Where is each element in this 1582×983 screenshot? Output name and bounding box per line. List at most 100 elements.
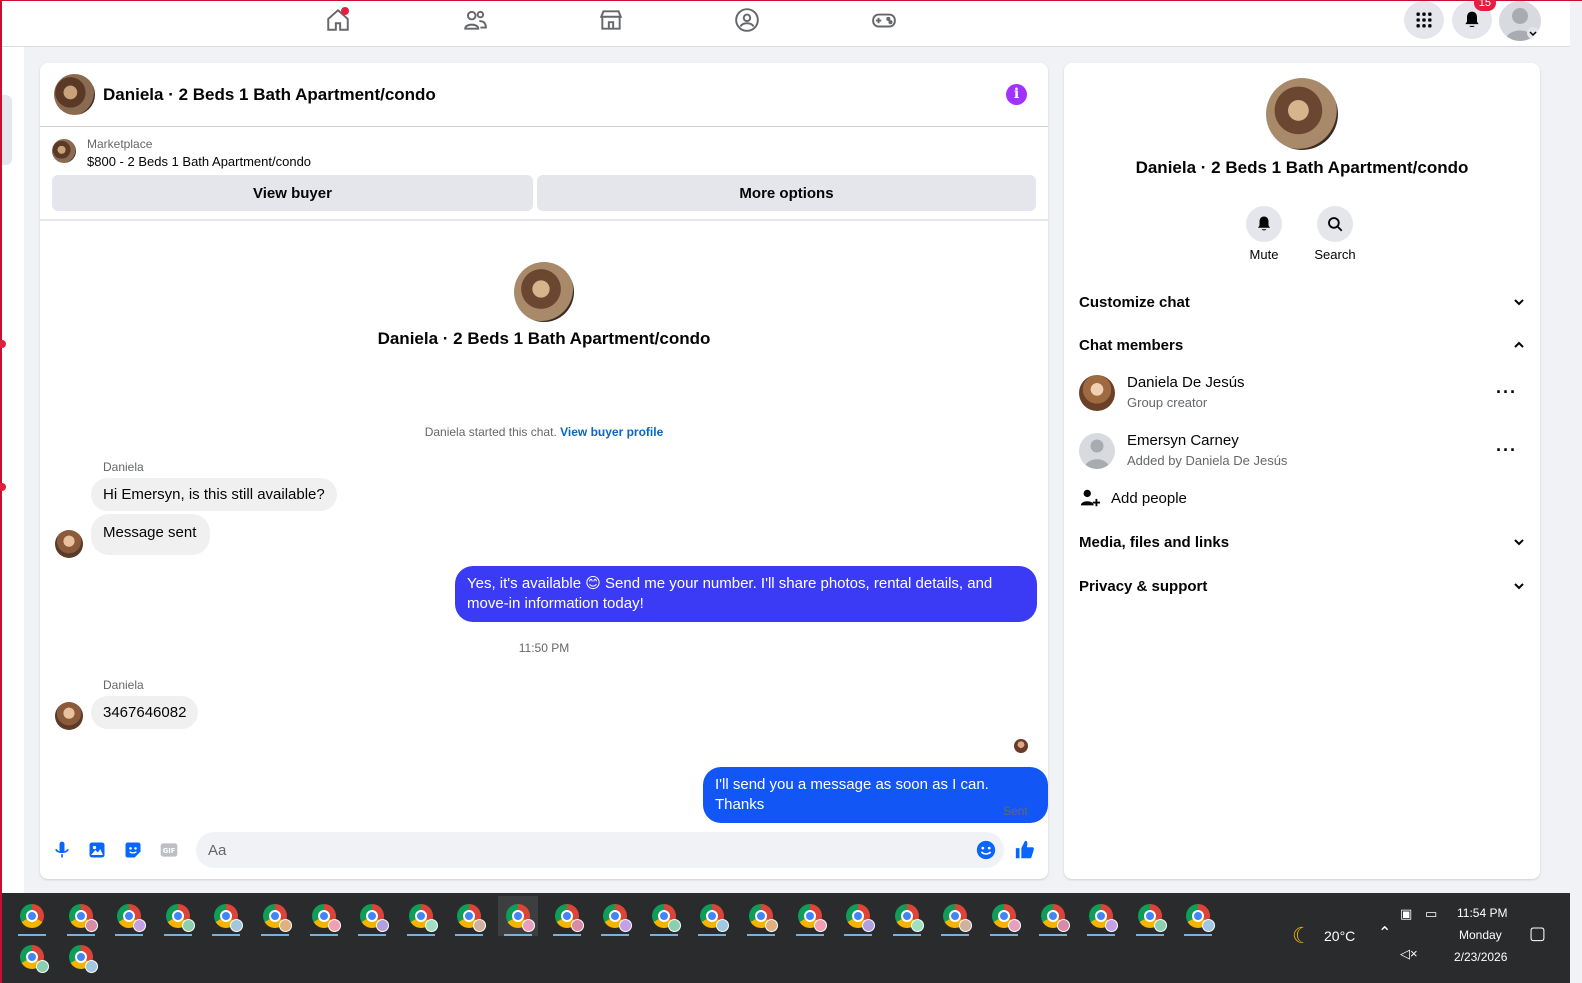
menu-grid-icon[interactable] (1404, 1, 1444, 39)
notifications-button[interactable]: 15 (1452, 0, 1496, 39)
taskbar-chrome-icon[interactable] (206, 896, 246, 936)
sender-avatar[interactable] (55, 702, 83, 730)
taskbar-chrome-icon[interactable] (595, 896, 635, 936)
message-input[interactable] (196, 832, 1004, 868)
chevron-down-icon (1514, 583, 1524, 590)
gaming-icon[interactable] (867, 5, 901, 35)
friends-icon[interactable] (458, 5, 492, 35)
groups-icon[interactable] (730, 5, 764, 35)
network-icon[interactable]: ▭ (1425, 906, 1437, 922)
svg-text:GIF: GIF (163, 847, 176, 855)
member-avatar (1079, 433, 1115, 469)
taskbar-chrome-icon[interactable] (1130, 896, 1170, 936)
member-item[interactable]: Emersyn Carney Added by Daniela De Jesús… (1079, 429, 1525, 473)
seen-by-avatar (1014, 739, 1028, 753)
more-options-icon[interactable]: ··· (1496, 382, 1517, 403)
chat-details-panel: Daniela · 2 Beds 1 Bath Apartment/condo … (1064, 63, 1540, 879)
taskbar-chrome-icon[interactable] (838, 896, 878, 936)
taskbar-chrome-icon[interactable] (1033, 896, 1073, 936)
member-name: Emersyn Carney (1127, 432, 1239, 449)
chat-members-row[interactable]: Chat members (1079, 330, 1525, 360)
account-avatar-button[interactable] (1499, 1, 1541, 41)
taskbar-chrome-icon[interactable] (109, 896, 149, 936)
media-files-links-row[interactable]: Media, files and links (1079, 527, 1525, 557)
outgoing-message[interactable]: Yes, it's available 😊 Send me your numbe… (455, 566, 1037, 622)
thumbs-up-icon[interactable] (1014, 839, 1036, 861)
customize-chat-row[interactable]: Customize chat (1079, 287, 1525, 317)
home-icon[interactable] (321, 5, 355, 35)
emoji-icon[interactable] (975, 839, 997, 861)
member-role: Group creator (1127, 395, 1208, 410)
listing-thumbnail[interactable] (54, 74, 95, 115)
notification-count-badge: 15 (1473, 0, 1496, 11)
member-item[interactable]: Daniela De Jesús Group creator ··· (1079, 371, 1525, 415)
weather-temperature[interactable]: 20°C (1324, 928, 1355, 944)
taskbar-chrome-icon[interactable] (644, 896, 684, 936)
chevron-up-icon[interactable]: ⌃ (1378, 923, 1391, 943)
microphone-icon[interactable] (51, 839, 73, 861)
privacy-support-row[interactable]: Privacy & support (1079, 571, 1525, 601)
media-files-links-label: Media, files and links (1079, 533, 1230, 551)
taskbar-chrome-icon[interactable] (304, 896, 344, 936)
taskbar-chrome-icon[interactable] (352, 896, 392, 936)
listing-price-title[interactable]: $800 - 2 Beds 1 Bath Apartment/condo (87, 154, 311, 169)
taskbar-chrome-icon[interactable] (12, 937, 52, 977)
clock-day[interactable]: Monday (1459, 928, 1502, 942)
details-title: Daniela · 2 Beds 1 Bath Apartment/condo (1135, 158, 1469, 177)
taskbar-chrome-icon[interactable] (935, 896, 975, 936)
taskbar-chrome-icon[interactable] (790, 896, 830, 936)
view-buyer-profile-link[interactable]: View buyer profile (560, 425, 663, 439)
incoming-message[interactable]: 3467646082 (91, 696, 199, 729)
sticker-icon[interactable] (122, 839, 144, 861)
chat-header: Daniela · 2 Beds 1 Bath Apartment/condo … (40, 63, 1048, 127)
home-notification-dot (341, 7, 349, 15)
outgoing-message[interactable]: I'll send you a message as soon as I can… (703, 767, 1048, 823)
add-people-button[interactable]: Add people (1079, 485, 1187, 511)
member-avatar (1079, 375, 1115, 411)
taskbar-chrome-icon[interactable] (692, 896, 732, 936)
taskbar-chrome-icon[interactable] (12, 896, 52, 936)
incoming-message[interactable]: Hi Emersyn, is this still available? (91, 478, 337, 511)
info-icon[interactable]: i (1006, 84, 1027, 105)
chevron-down-icon (1514, 539, 1524, 546)
taskbar-chrome-icon[interactable] (498, 896, 538, 936)
photo-icon[interactable] (86, 839, 108, 861)
taskbar-chrome-icon[interactable] (741, 896, 781, 936)
gif-icon[interactable]: GIF (158, 839, 180, 861)
more-options-button[interactable]: More options (537, 175, 1036, 211)
taskbar-chrome-icon[interactable] (61, 937, 101, 977)
incoming-message[interactable]: Message sent (91, 514, 211, 555)
moon-weather-icon[interactable]: ☾ (1292, 923, 1312, 949)
clock-date[interactable]: 2/23/2026 (1454, 950, 1507, 964)
camera-icon[interactable]: ▣ (1400, 906, 1412, 922)
taskbar-chrome-icon[interactable] (61, 896, 101, 936)
taskbar-chrome-icon[interactable] (401, 896, 441, 936)
notification-center-icon[interactable]: ▢ (1529, 923, 1546, 944)
taskbar-chrome-icon[interactable] (255, 896, 295, 936)
clock-time[interactable]: 11:54 PM (1457, 906, 1507, 920)
chat-avatar (514, 262, 574, 322)
mute-label: Mute (1249, 247, 1279, 262)
sender-avatar[interactable] (55, 530, 83, 558)
search-button[interactable]: Search (1305, 206, 1365, 262)
sent-status: Sent (1003, 804, 1028, 818)
taskbar-chrome-icon[interactable] (1081, 896, 1121, 936)
mute-button[interactable]: Mute (1234, 206, 1294, 262)
taskbar-chrome-icon[interactable] (158, 896, 198, 936)
taskbar-chrome-icon[interactable] (449, 896, 489, 936)
sender-name: Daniela (103, 678, 144, 692)
marketplace-icon[interactable] (594, 5, 628, 35)
more-options-icon[interactable]: ··· (1496, 440, 1517, 461)
view-buyer-button[interactable]: View buyer (52, 175, 533, 211)
taskbar-chrome-icon[interactable] (1178, 896, 1218, 936)
chevron-down-icon (1514, 299, 1524, 306)
details-avatar[interactable] (1266, 78, 1338, 150)
taskbar-chrome-icon[interactable] (547, 896, 587, 936)
chat-title[interactable]: Daniela · 2 Beds 1 Bath Apartment/condo (103, 85, 436, 105)
taskbar-chrome-icon[interactable] (887, 896, 927, 936)
search-icon (1328, 217, 1343, 232)
speaker-muted-icon[interactable]: ◁× (1400, 946, 1418, 962)
taskbar-chrome-icon[interactable] (984, 896, 1024, 936)
scrollbar[interactable] (1555, 47, 1570, 893)
listing-small-thumbnail[interactable] (52, 139, 76, 163)
